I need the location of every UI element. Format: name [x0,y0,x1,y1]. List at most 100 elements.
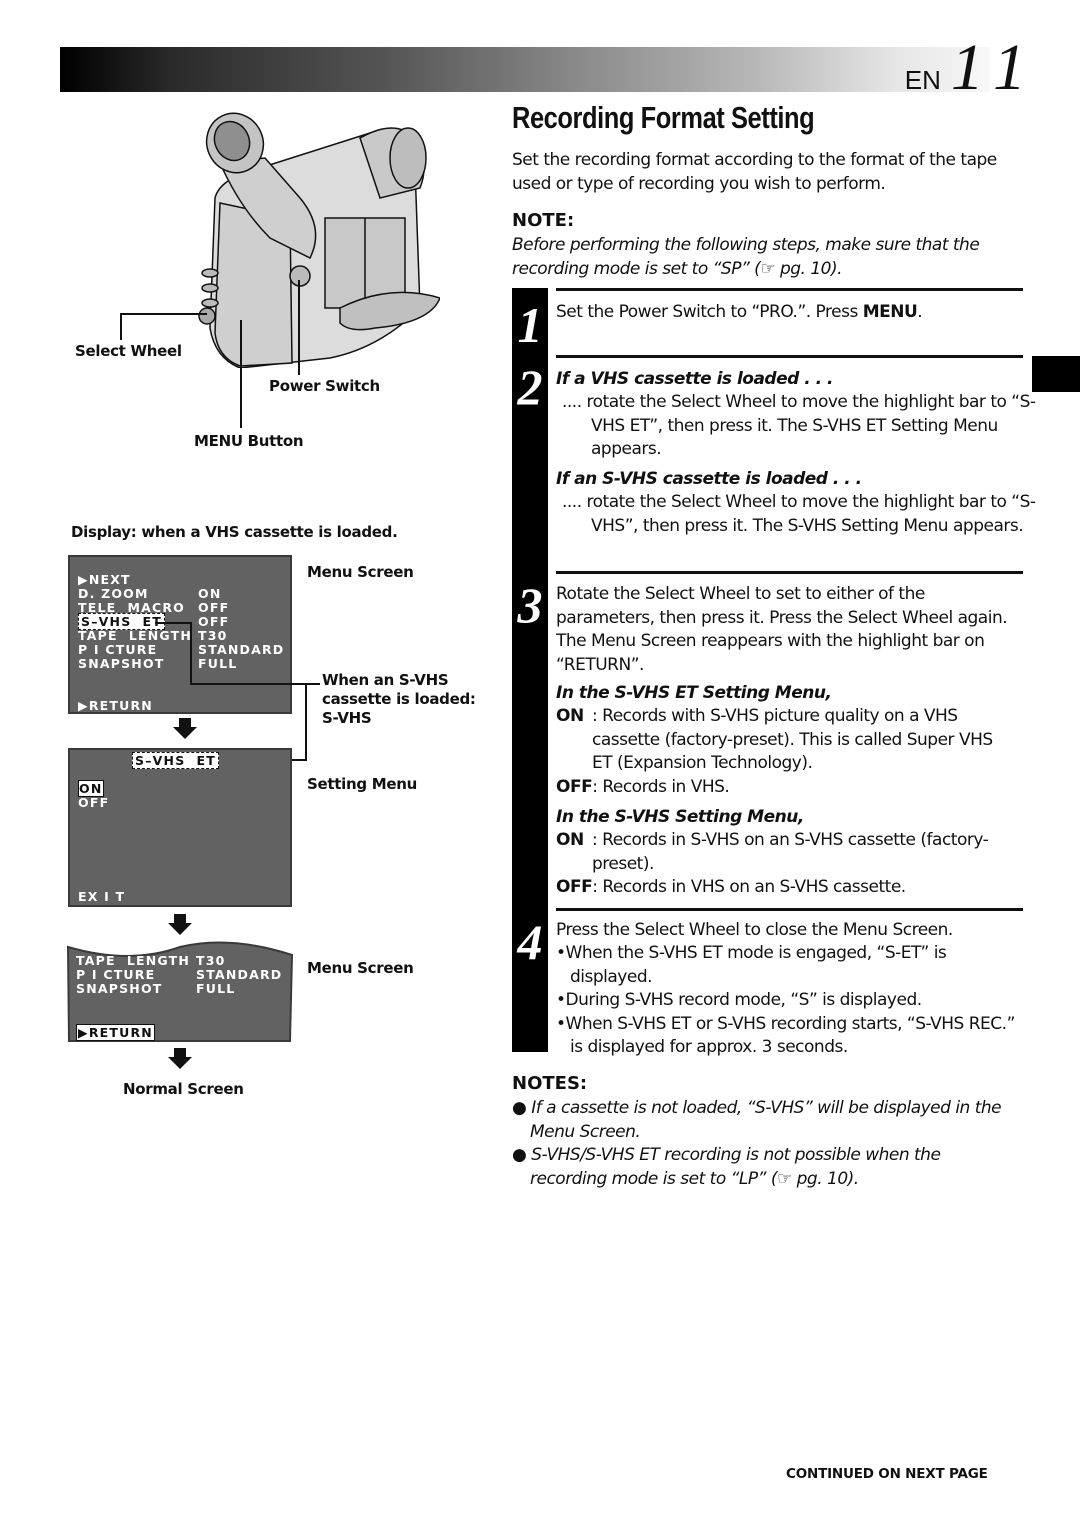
page-language: EN [904,65,941,95]
on-label: ON [556,706,584,726]
callout-line-3: S-VHS [322,709,372,727]
et-off-text: Records in VHS. [602,777,730,797]
menu-return-item: ▶RETURN [78,698,153,713]
setting-exit-item[interactable]: EX I T [78,890,125,904]
menu-screen-2-label: Menu Screen [307,959,414,977]
down-arrow-icon [168,914,192,936]
down-arrow-icon [173,718,197,740]
menu-item-value: ON [198,586,222,601]
setting-menu-title: S–VHS ET [132,752,219,769]
notes-heading: NOTES: [512,1073,588,1094]
step-divider [556,571,1023,574]
bullet-text: When the S-VHS ET mode is engaged, “S-ET… [565,943,947,987]
step-2-vhs-text: .... rotate the Select Wheel to move the… [562,392,1036,459]
menu-item-value: OFF [198,614,230,629]
step-divider [556,908,1023,911]
menu-item-value: T30 [196,953,226,968]
note-item-text: If a cassette is not loaded, “S-VHS” wil… [530,1098,1002,1142]
menu-item-label[interactable]: SNAPSHOT [76,982,163,996]
callout-line-2: cassette is loaded: [322,690,476,708]
svhs-callout-line [305,683,307,761]
svhs-callout-text: When an S-VHS cassette is loaded: S-VHS [322,671,476,728]
menu-button-label: MENU Button [194,432,304,450]
menu-item-label[interactable]: P I CTURE [76,968,155,982]
power-switch-leader-line [298,280,300,375]
step-1-text-post: . [917,302,923,322]
bullet-item: •During S-VHS record mode, “S” is displa… [556,990,923,1010]
menu-item-label[interactable]: TAPE LENGTH [76,954,190,968]
menu-key: MENU [862,302,918,322]
select-wheel-leader-line [120,313,122,340]
off-label: OFF [556,877,593,897]
page-title: Recording Format Setting [512,100,815,135]
menu-item-label[interactable]: ▶NEXT [78,573,131,587]
step-3-et-heading: In the S-VHS ET Setting Menu, [556,683,832,703]
display-caption: Display: when a VHS cassette is loaded. [71,523,398,541]
step-divider [556,355,1023,358]
svhs-off-text: Records in VHS on an S-VHS cassette. [602,877,906,897]
page-number: EN 11 [904,31,1040,104]
step-3-text: Rotate the Select Wheel to set to either… [556,584,1008,675]
menu-item-label[interactable]: SNAPSHOT [78,657,165,671]
on-label: ON [556,830,584,850]
step-3-svhs-on: ON : Records in S-VHS on an S-VHS casset… [556,830,989,874]
step-3-et-on: ON : Records with S-VHS picture quality … [556,706,993,773]
note-text: Before performing the following steps, m… [512,235,980,279]
menu-item-label[interactable]: P I CTURE [78,643,157,657]
setting-menu-label: Setting Menu [307,775,417,793]
bullet-text: During S-VHS record mode, “S” is display… [565,990,923,1010]
menu-item-value: STANDARD [196,967,283,982]
select-wheel-leader-line [120,313,207,315]
step-2-svhs-heading: If an S-VHS cassette is loaded . . . [556,469,862,489]
menu-item-value: OFF [198,600,230,615]
step-number-4: 4 [517,914,543,970]
bullet-item: •When the S-VHS ET mode is engaged, “S-E… [556,943,947,987]
svhs-callout-line [190,683,320,685]
bullet-text: When S-VHS ET or S-VHS recording starts,… [565,1013,1016,1058]
svhs-callout-line [190,622,192,684]
menu-item-value: STANDARD [198,642,285,657]
menu-screen-label: Menu Screen [307,563,414,581]
camcorder-illustration-icon [198,112,440,368]
menu-screen-2: TAPE LENGTH T30 P I CTURE STANDARD SNAPSHOT F… [68,950,288,1041]
menu-item-label[interactable]: S–VHS ET [78,613,165,630]
note-item: ● If a cassette is not loaded, “S-VHS” w… [512,1098,1002,1142]
step-4-text: Press the Select Wheel to close the Menu… [556,920,953,940]
note-item-text: S-VHS/S-VHS ET recording is not possible… [530,1145,941,1189]
step-3-et-off: OFF: Records in VHS. [556,777,730,797]
menu-button-leader-line [240,320,242,428]
setting-option-off[interactable]: OFF [78,796,109,810]
step-4-bullets: •When the S-VHS ET mode is engaged, “S-E… [556,942,1021,1060]
step-3-svhs-off: OFF: Records in VHS on an S-VHS cassette… [556,877,906,897]
power-switch-label: Power Switch [269,377,380,395]
bullet-item: •When S-VHS ET or S-VHS recording starts… [556,1013,1016,1058]
menu-item-value: FULL [196,981,236,996]
section-tab-marker [1032,356,1080,392]
menu-item-value: T30 [198,628,228,643]
svhs-callout-line [155,622,192,624]
notes-list: ● If a cassette is not loaded, “S-VHS” w… [512,1097,1017,1191]
page-number-value: 11 [950,31,1040,104]
menu-item-label[interactable]: TAPE LENGTH [78,629,192,643]
menu-screen-1: ▶NEXT D. ZOOM ON TELE MACRO OFF S–VHS ET OFF TA… [68,555,292,714]
menu-item-value: FULL [198,656,238,671]
off-label: OFF [556,777,593,797]
step-3-svhs-heading: In the S-VHS Setting Menu, [556,807,804,827]
menu-return-item-highlighted[interactable]: ▶RETURN [76,1024,155,1041]
et-on-text: Records with S-VHS picture quality on a … [592,706,993,773]
header-gradient-bar [60,47,990,92]
step-2-vhs-heading: If a VHS cassette is loaded . . . [556,369,833,389]
callout-line-1: When an S-VHS [322,671,449,689]
down-arrow-icon [168,1048,192,1070]
step-1-text-pre: Set the Power Switch to “PRO.”. Press [556,302,863,322]
select-wheel-label: Select Wheel [75,342,182,360]
step-2-svhs-text: .... rotate the Select Wheel to move the… [562,492,1036,536]
step-number-2: 2 [517,359,543,415]
continued-footer: CONTINUED ON NEXT PAGE [786,1466,988,1482]
note-item: ● S-VHS/S-VHS ET recording is not possib… [512,1145,941,1189]
menu-item-label[interactable]: D. ZOOM [78,587,149,601]
intro-text: Set the recording format according to th… [512,150,997,194]
step-1-text: Set the Power Switch to “PRO.”. Press ME… [556,301,923,325]
step-divider [556,288,1023,291]
step-number-1: 1 [517,297,543,353]
